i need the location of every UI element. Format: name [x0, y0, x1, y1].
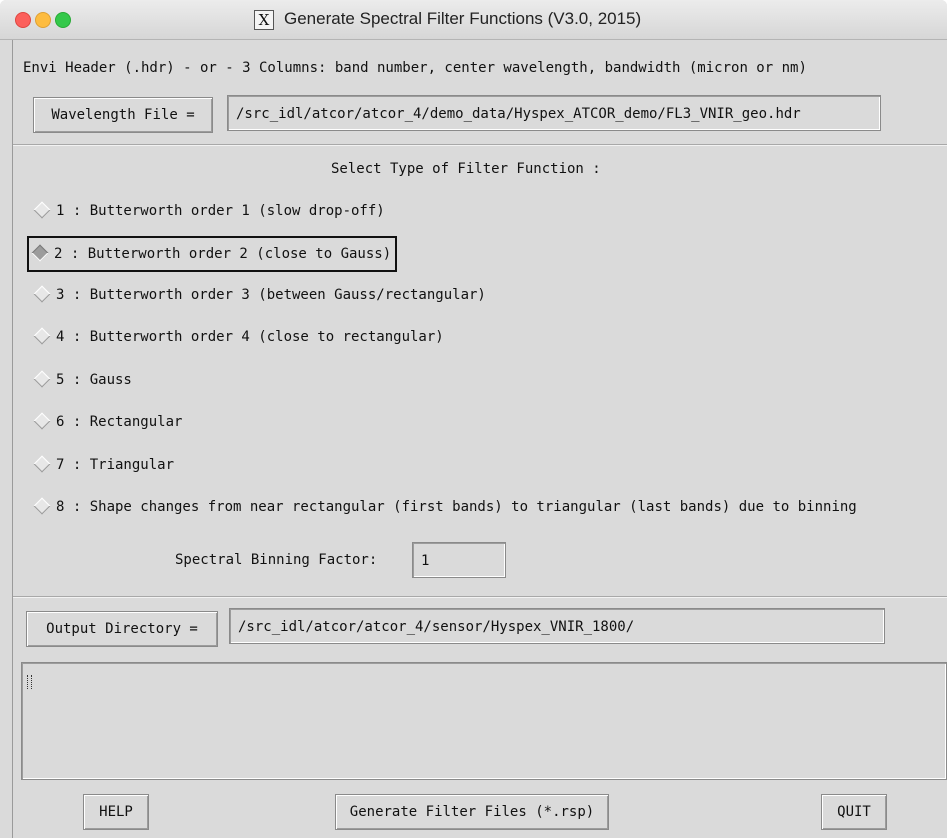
filter-option-5[interactable]: 5 : Gauss	[33, 365, 132, 395]
help-button[interactable]: HELP	[83, 794, 149, 830]
filter-option-7[interactable]: 7 : Triangular	[33, 450, 174, 480]
radio-diamond-selected-icon[interactable]	[31, 244, 49, 262]
binning-factor-field[interactable]: 1	[412, 542, 506, 578]
log-textarea[interactable]	[21, 662, 947, 780]
filter-option-3[interactable]: 3 : Butterworth order 3 (between Gauss/r…	[33, 280, 486, 310]
filter-option-4[interactable]: 4 : Butterworth order 4 (close to rectan…	[33, 322, 444, 352]
filter-option-2[interactable]: 2 : Butterworth order 2 (close to Gauss)	[27, 236, 398, 272]
radio-diamond-icon[interactable]	[33, 497, 51, 515]
close-window-button[interactable]	[15, 12, 31, 28]
app-window: X Generate Spectral Filter Functions (V3…	[0, 0, 947, 838]
radio-diamond-icon[interactable]	[33, 370, 51, 388]
window-title: Generate Spectral Filter Functions (V3.0…	[284, 9, 642, 28]
radio-diamond-icon[interactable]	[33, 327, 51, 345]
wavelength-file-field[interactable]: /src_idl/atcor/atcor_4/demo_data/Hyspex_…	[227, 95, 881, 131]
header-description: Envi Header (.hdr) - or - 3 Columns: ban…	[23, 60, 807, 76]
filter-option-label: 8 : Shape changes from near rectangular …	[56, 499, 857, 515]
radio-diamond-icon[interactable]	[33, 412, 51, 430]
main-panel: Envi Header (.hdr) - or - 3 Columns: ban…	[12, 40, 947, 838]
filter-option-8[interactable]: 8 : Shape changes from near rectangular …	[33, 492, 857, 522]
radio-diamond-icon[interactable]	[33, 455, 51, 473]
binning-label: Spectral Binning Factor:	[175, 552, 378, 568]
divider	[13, 144, 947, 146]
filter-option-label: 6 : Rectangular	[56, 414, 183, 430]
filter-option-1[interactable]: 1 : Butterworth order 1 (slow drop-off)	[33, 196, 385, 226]
filter-option-label: 7 : Triangular	[56, 457, 175, 473]
zoom-window-button[interactable]	[55, 12, 71, 28]
filter-option-label: 4 : Butterworth order 4 (close to rectan…	[56, 329, 444, 345]
divider	[13, 596, 947, 598]
filter-option-label: 5 : Gauss	[56, 372, 132, 388]
filter-option-label: 2 : Butterworth order 2 (close to Gauss)	[54, 246, 392, 262]
output-directory-button[interactable]: Output Directory =	[26, 611, 218, 647]
quit-button[interactable]: QUIT	[821, 794, 887, 830]
text-cursor-icon	[27, 675, 32, 689]
filter-type-heading: Select Type of Filter Function :	[331, 161, 601, 177]
generate-filter-files-button[interactable]: Generate Filter Files (*.rsp)	[335, 794, 609, 830]
radio-diamond-icon[interactable]	[33, 285, 51, 303]
radio-diamond-icon[interactable]	[33, 201, 51, 219]
minimize-window-button[interactable]	[35, 12, 51, 28]
x11-icon: X	[254, 10, 274, 30]
filter-option-6[interactable]: 6 : Rectangular	[33, 407, 182, 437]
output-directory-field[interactable]: /src_idl/atcor/atcor_4/sensor/Hyspex_VNI…	[229, 608, 885, 644]
filter-option-label: 1 : Butterworth order 1 (slow drop-off)	[56, 203, 385, 219]
title-bar: X Generate Spectral Filter Functions (V3…	[0, 0, 947, 40]
wavelength-file-button[interactable]: Wavelength File =	[33, 97, 213, 133]
filter-option-label: 3 : Butterworth order 3 (between Gauss/r…	[56, 287, 486, 303]
